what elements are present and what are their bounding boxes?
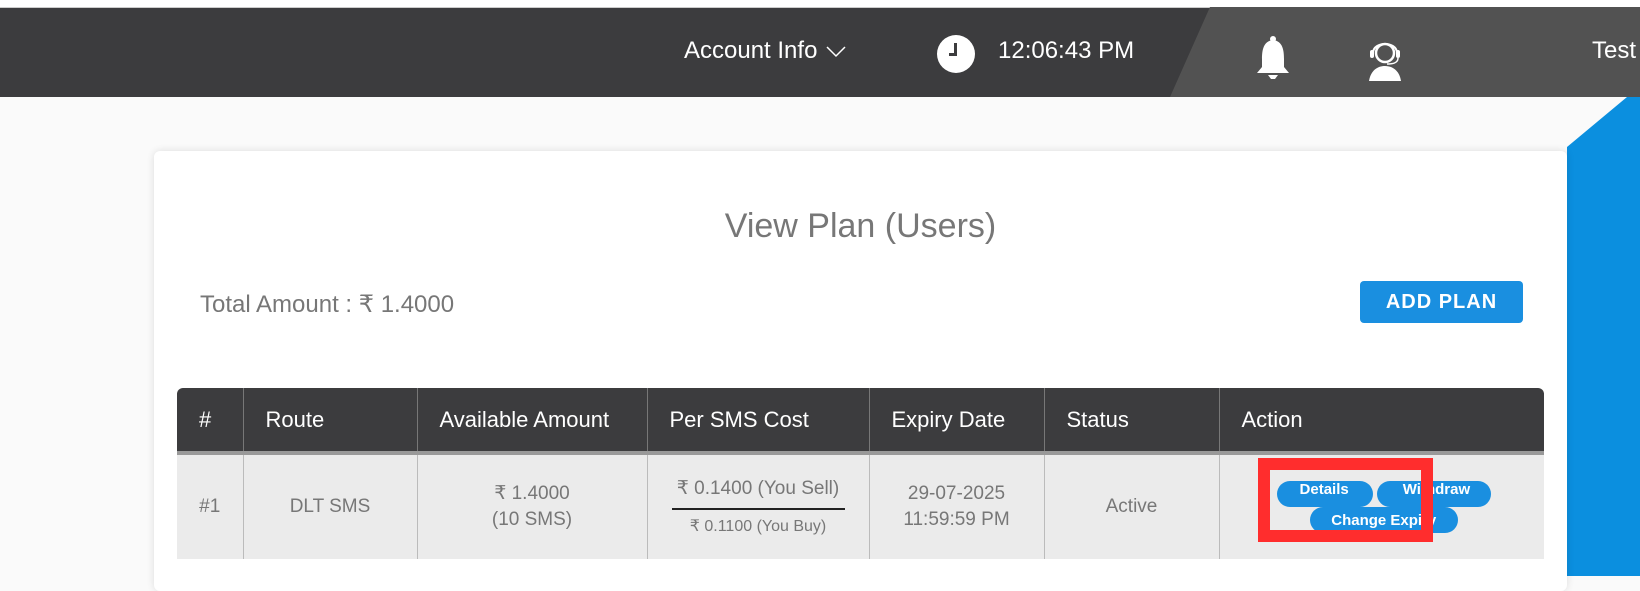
details-button[interactable]: Details bbox=[1276, 481, 1373, 507]
status-badge: Active bbox=[1043, 453, 1219, 559]
total-amount: Total Amount : ₹ 1.4000 bbox=[200, 291, 455, 318]
table-row: #1 DLT SMS ₹ 1.4000 (10 SMS) ₹ 0.1400 (Y… bbox=[177, 453, 1544, 559]
cost-sell-value: ₹ 0.1400 (You Sell) bbox=[671, 476, 845, 511]
column-header-route: Route bbox=[242, 388, 417, 455]
column-header-status: Status bbox=[1043, 388, 1219, 455]
withdraw-label: Withdraw bbox=[1402, 481, 1471, 498]
cost-buy-value: ₹ 0.1100 (You Buy) bbox=[689, 518, 827, 536]
cell-actions: Details Withdraw Change Expiry bbox=[1218, 453, 1544, 559]
withdraw-button[interactable]: Withdraw bbox=[1376, 481, 1491, 507]
top-navigation-bar: Account Info 12:06:43 PM Test bbox=[0, 0, 1640, 97]
add-plan-button[interactable]: ADD PLAN bbox=[1360, 281, 1523, 323]
column-header-available-amount: Available Amount bbox=[416, 388, 647, 455]
headset-support-icon[interactable] bbox=[1365, 33, 1405, 83]
username-menu[interactable]: Test bbox=[1592, 37, 1636, 65]
view-plan-card: View Plan (Users) Total Amount : ₹ 1.400… bbox=[154, 151, 1567, 591]
account-info-menu[interactable]: Account Info bbox=[684, 37, 849, 65]
cell-available-amount: ₹ 1.4000 (10 SMS) bbox=[416, 453, 647, 559]
change-expiry-button[interactable]: Change Expiry bbox=[1309, 507, 1458, 533]
cell-route: DLT SMS bbox=[242, 453, 417, 559]
topbar-right-panel bbox=[1170, 7, 1640, 97]
available-sms-count: (10 SMS) bbox=[491, 509, 573, 530]
account-info-label: Account Info bbox=[684, 37, 818, 64]
details-label: Details bbox=[1299, 481, 1349, 498]
current-time: 12:06:43 PM bbox=[998, 37, 1135, 64]
column-header-per-sms-cost: Per SMS Cost bbox=[646, 388, 869, 455]
plans-table: # Route Available Amount Per SMS Cost Ex… bbox=[177, 388, 1544, 559]
expiry-time-value: 11:59:59 PM bbox=[903, 509, 1010, 530]
page-title: View Plan (Users) bbox=[724, 207, 997, 245]
table-header-row: # Route Available Amount Per SMS Cost Ex… bbox=[177, 388, 1544, 455]
cell-index: #1 bbox=[177, 453, 243, 559]
side-decoration bbox=[1567, 97, 1640, 576]
cell-per-sms-cost: ₹ 0.1400 (You Sell) ₹ 0.1100 (You Buy) bbox=[646, 453, 869, 559]
clock-icon bbox=[937, 35, 975, 73]
bell-icon[interactable] bbox=[1253, 33, 1293, 83]
column-header-expiry-date: Expiry Date bbox=[868, 388, 1044, 455]
column-header-action: Action bbox=[1218, 388, 1544, 455]
column-header-index: # bbox=[177, 388, 243, 455]
expiry-date-value: 29-07-2025 bbox=[907, 483, 1006, 505]
action-buttons: Details Withdraw Change Expiry bbox=[1272, 477, 1492, 537]
cell-expiry-date: 29-07-2025 11:59:59 PM bbox=[868, 453, 1044, 559]
available-amount-value: ₹ 1.4000 bbox=[494, 483, 570, 505]
chevron-down-icon bbox=[826, 46, 846, 58]
